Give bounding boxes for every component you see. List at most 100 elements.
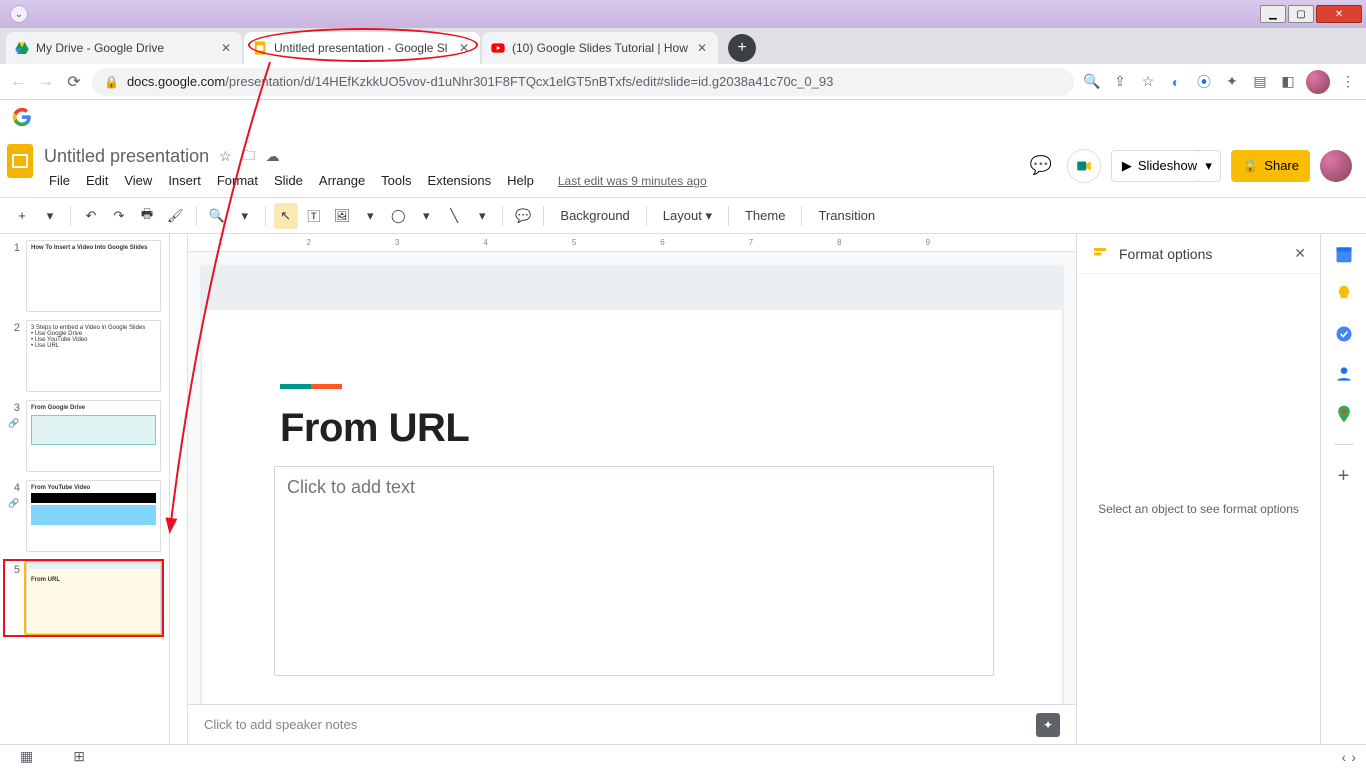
- line-dropdown[interactable]: ▾: [470, 203, 494, 229]
- contacts-icon[interactable]: [1334, 364, 1354, 384]
- side-panel-icon[interactable]: ◧: [1278, 72, 1298, 92]
- menu-file[interactable]: File: [42, 171, 77, 190]
- cloud-status-icon[interactable]: ☁: [266, 148, 280, 165]
- reload-button[interactable]: ⟳: [64, 72, 84, 92]
- image-dropdown[interactable]: ▾: [358, 203, 382, 229]
- thumb-row-1[interactable]: 1 How To Insert a Video Into Google Slid…: [6, 240, 161, 312]
- comments-icon[interactable]: 💬: [1025, 150, 1057, 182]
- theme-button[interactable]: Theme: [737, 208, 793, 223]
- lock-icon: 🔒: [104, 75, 119, 89]
- address-bar[interactable]: 🔒 docs.google.com/presentation/d/14HEfKz…: [92, 68, 1074, 96]
- thumb-row-2[interactable]: 2 3 Steps to embed a Video in Google Sli…: [6, 320, 161, 392]
- close-tab-icon[interactable]: ✕: [694, 40, 710, 56]
- bookmark-star-icon[interactable]: ☆: [1138, 72, 1158, 92]
- menu-help[interactable]: Help: [500, 171, 541, 190]
- layout-button[interactable]: Layout ▾: [655, 208, 720, 224]
- extension-cast-icon[interactable]: ⦿: [1194, 72, 1214, 92]
- close-window-button[interactable]: ✕: [1316, 5, 1362, 23]
- format-options-panel: Format options ✕ Select an object to see…: [1076, 234, 1320, 744]
- background-button[interactable]: Background: [552, 208, 637, 223]
- menu-insert[interactable]: Insert: [161, 171, 208, 190]
- shape-button[interactable]: ◯: [386, 203, 410, 229]
- star-icon[interactable]: ☆: [219, 148, 232, 165]
- move-icon[interactable]: 🗀: [242, 145, 256, 169]
- reading-list-icon[interactable]: ▤: [1250, 72, 1270, 92]
- slideshow-dropdown[interactable]: ▾: [1197, 150, 1221, 182]
- slide-canvas-area[interactable]: From URL Click to add text: [188, 252, 1076, 704]
- profile-avatar[interactable]: [1306, 70, 1330, 94]
- share-page-icon[interactable]: ⇪: [1110, 72, 1130, 92]
- menu-format[interactable]: Format: [210, 171, 265, 190]
- share-button[interactable]: 🔒Share: [1231, 150, 1310, 182]
- minimize-button[interactable]: ▁: [1260, 5, 1286, 23]
- slide-thumbnail-selected[interactable]: From URL: [26, 562, 161, 634]
- document-title[interactable]: Untitled presentation: [44, 146, 209, 167]
- calendar-icon[interactable]: [1334, 244, 1354, 264]
- slide-thumbnail[interactable]: 3 Steps to embed a Video in Google Slide…: [26, 320, 161, 392]
- slideshow-button[interactable]: ▶Slideshow: [1111, 150, 1208, 182]
- slide-title-text[interactable]: From URL: [280, 406, 469, 451]
- transition-button[interactable]: Transition: [810, 208, 883, 223]
- menu-view[interactable]: View: [117, 171, 159, 190]
- new-tab-button[interactable]: +: [728, 34, 756, 62]
- close-tab-icon[interactable]: ✕: [218, 40, 234, 56]
- google-shortcut-icon[interactable]: [12, 107, 32, 127]
- grid-view-icon[interactable]: ⊞: [73, 748, 85, 765]
- extension-icon[interactable]: ◐: [1166, 72, 1186, 92]
- menu-tools[interactable]: Tools: [374, 171, 418, 190]
- tasks-icon[interactable]: [1334, 324, 1354, 344]
- meet-icon[interactable]: [1067, 149, 1101, 183]
- paint-format-button[interactable]: 🖌: [163, 203, 188, 229]
- filmstrip-view-icon[interactable]: ▦: [20, 748, 33, 765]
- browser-tab-drive[interactable]: My Drive - Google Drive ✕: [6, 32, 242, 64]
- slides-logo[interactable]: [0, 134, 40, 197]
- browser-tab-strip: My Drive - Google Drive ✕ Untitled prese…: [0, 28, 1366, 64]
- line-button[interactable]: ╲: [442, 203, 466, 229]
- collapse-filmstrip-icon[interactable]: ‹: [1341, 749, 1346, 765]
- zoom-dropdown[interactable]: ▾: [233, 203, 257, 229]
- last-edit-text[interactable]: Last edit was 9 minutes ago: [551, 172, 714, 190]
- back-button[interactable]: ←: [8, 72, 28, 92]
- zoom-icon[interactable]: 🔍: [1082, 72, 1102, 92]
- slide-canvas[interactable]: From URL Click to add text: [202, 266, 1062, 704]
- slide-body-placeholder[interactable]: Click to add text: [274, 466, 994, 676]
- menu-arrange[interactable]: Arrange: [312, 171, 372, 190]
- browser-tab-slides[interactable]: Untitled presentation - Google Sl ✕: [244, 32, 480, 64]
- window-menu-icon[interactable]: ⌄: [10, 5, 28, 23]
- chrome-menu-icon[interactable]: ⋮: [1338, 72, 1358, 92]
- select-tool-button[interactable]: ↖: [274, 203, 298, 229]
- maximize-button[interactable]: ▢: [1288, 5, 1314, 23]
- explore-button[interactable]: ✦: [1036, 713, 1060, 737]
- extensions-puzzle-icon[interactable]: ✦: [1222, 72, 1242, 92]
- undo-button[interactable]: ↶: [79, 203, 103, 229]
- shape-dropdown[interactable]: ▾: [414, 203, 438, 229]
- textbox-button[interactable]: 🅃: [302, 203, 326, 229]
- add-addon-icon[interactable]: +: [1338, 465, 1350, 488]
- menu-edit[interactable]: Edit: [79, 171, 115, 190]
- close-panel-icon[interactable]: ✕: [1294, 245, 1306, 262]
- forward-button[interactable]: →: [36, 72, 56, 92]
- maps-icon[interactable]: [1334, 404, 1354, 424]
- tab-title: My Drive - Google Drive: [36, 41, 212, 55]
- zoom-button[interactable]: 🔍: [205, 203, 229, 229]
- menu-extensions[interactable]: Extensions: [421, 171, 499, 190]
- show-side-panel-icon[interactable]: ›: [1351, 749, 1356, 765]
- thumb-row-4[interactable]: 4🔗 From YouTube Video: [6, 480, 161, 552]
- speaker-notes[interactable]: Click to add speaker notes ✦: [188, 704, 1076, 744]
- new-slide-dropdown[interactable]: ▾: [38, 203, 62, 229]
- comment-button[interactable]: 💬: [511, 203, 535, 229]
- image-button[interactable]: 🖼: [330, 203, 355, 229]
- slide-thumbnail[interactable]: From YouTube Video: [26, 480, 161, 552]
- slide-thumbnail[interactable]: From Google Drive: [26, 400, 161, 472]
- browser-tab-youtube[interactable]: (10) Google Slides Tutorial | How ✕: [482, 32, 718, 64]
- print-button[interactable]: 🖶: [135, 203, 159, 229]
- thumb-row-3[interactable]: 3🔗 From Google Drive: [6, 400, 161, 472]
- menu-slide[interactable]: Slide: [267, 171, 310, 190]
- slide-thumbnail[interactable]: How To Insert a Video Into Google Slides: [26, 240, 161, 312]
- keep-icon[interactable]: [1334, 284, 1354, 304]
- new-slide-button[interactable]: +: [10, 203, 34, 229]
- thumb-row-5[interactable]: 5 From URL: [4, 560, 163, 636]
- account-avatar[interactable]: [1320, 150, 1352, 182]
- close-tab-icon[interactable]: ✕: [456, 40, 472, 56]
- redo-button[interactable]: ↷: [107, 203, 131, 229]
